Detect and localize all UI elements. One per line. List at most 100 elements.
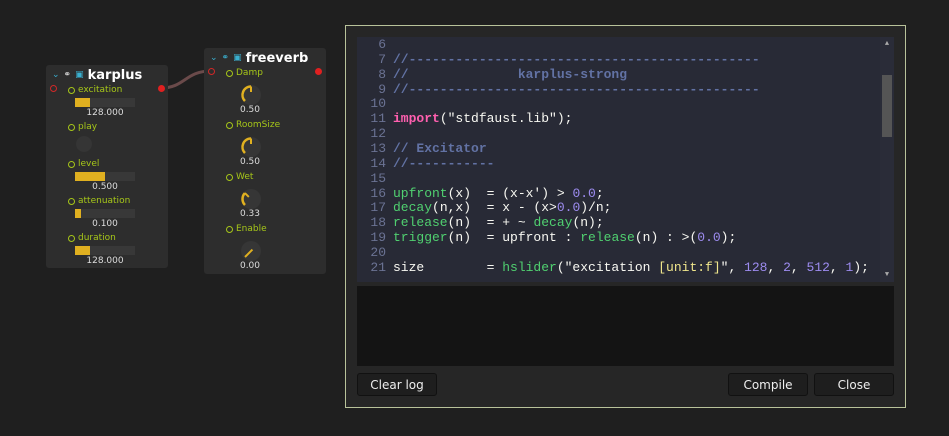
link-icon[interactable]: ⚭ [64, 70, 72, 80]
line-number: 16 [370, 185, 386, 201]
line-number: 9 [378, 81, 386, 97]
code-line: 8 // karplus-strong [357, 67, 869, 83]
param-port-icon[interactable] [226, 173, 233, 181]
code-line: 21 size = hslider("excitation [unit:f]", … [357, 259, 869, 276]
scrollbar-thumb[interactable] [882, 75, 892, 137]
code-token: ; [595, 185, 604, 201]
code-token: ("stdfaust.lib"); [439, 111, 573, 127]
editor-scrollbar[interactable]: ▲ ▼ [880, 37, 894, 282]
karplus-node[interactable]: ⌄ ⚭ ▣ karplus excitation 128.000 play level… [46, 65, 168, 268]
line-number: 20 [370, 245, 386, 261]
folder-icon[interactable]: ▣ [233, 53, 242, 63]
collapse-chevron-icon[interactable]: ⌄ [210, 53, 218, 63]
knob-value: 0.50 [239, 157, 261, 167]
code-token: (n) = + ~ [447, 215, 534, 231]
param-play: play [68, 122, 97, 152]
code-line: 14 //----------- [357, 155, 869, 172]
line-number: 15 [370, 170, 386, 186]
code-token: 512 [806, 259, 830, 275]
code-token: ("excitation [556, 259, 659, 275]
code-token: (n) : >( [634, 230, 698, 246]
freeverb-node-header[interactable]: ⌄ ⚭ ▣ freeverb [204, 48, 308, 68]
code-token: (n); [572, 215, 604, 231]
param-label-text: excitation [78, 85, 123, 95]
param-duration: duration 128.000 [68, 233, 135, 266]
code-line: 17 decay(n,x) = x - (x>0.0)/n; [357, 201, 869, 216]
param-label: play [68, 122, 97, 132]
input-port[interactable] [50, 85, 57, 92]
param-label-text: Damp [236, 68, 263, 78]
param-port-icon[interactable] [226, 121, 233, 129]
code-line: 20 [357, 245, 869, 261]
freeverb-node[interactable]: ⌄ ⚭ ▣ freeverb Damp 0.50 RoomSize 0.50 Wet 0.… [204, 48, 326, 274]
code-token: [unit:f] [658, 259, 721, 275]
clear-log-button[interactable]: Clear log [357, 373, 437, 396]
code-line: 18 release(n) = + ~ decay(n); [357, 215, 869, 231]
scroll-down-icon[interactable]: ▼ [880, 271, 894, 279]
knob-value: 0.00 [239, 261, 261, 271]
line-number: 19 [370, 230, 386, 246]
param-Wet: Wet 0.33 [226, 172, 261, 219]
output-port[interactable] [315, 68, 322, 75]
code-token: ); [720, 230, 737, 246]
slider-fill [75, 246, 90, 255]
line-number: 21 [370, 259, 386, 275]
code-token: //----------- [393, 155, 495, 171]
input-port[interactable] [208, 68, 215, 75]
param-port-icon[interactable] [68, 160, 75, 168]
param-Damp: Damp 0.50 [226, 68, 263, 115]
slider-fill [75, 98, 90, 107]
slider-value: 128.000 [86, 256, 124, 266]
slider-value: 0.100 [92, 219, 118, 229]
code-line: 15 [357, 170, 869, 187]
line-number: 10 [370, 96, 386, 112]
param-label-text: play [78, 122, 98, 132]
param-port-icon[interactable] [68, 86, 75, 94]
param-RoomSize: RoomSize 0.50 [226, 120, 280, 167]
collapse-chevron-icon[interactable]: ⌄ [52, 70, 60, 80]
code-token: )/n; [580, 200, 612, 216]
code-token: size = [393, 259, 503, 275]
code-token: (n) = upfront : [447, 230, 581, 246]
param-port-icon[interactable] [68, 123, 75, 131]
param-port-icon[interactable] [68, 234, 75, 242]
scroll-up-icon[interactable]: ▲ [880, 40, 894, 48]
line-number: 13 [370, 141, 386, 157]
duration-slider[interactable] [75, 246, 135, 255]
param-label: excitation [68, 85, 122, 95]
link-icon[interactable]: ⚭ [222, 53, 230, 63]
excitation-slider[interactable] [75, 98, 135, 107]
param-label: Wet [226, 172, 253, 182]
param-excitation: excitation 128.000 [68, 85, 135, 118]
code-token: 0.0 [697, 230, 721, 246]
slider-value: 0.500 [92, 182, 118, 192]
code-token: , [829, 259, 846, 275]
code-editor[interactable]: 6 7 //------------------------------------… [357, 37, 894, 282]
level-slider[interactable] [75, 172, 135, 181]
code-line: 7 //-------------------------------------… [357, 51, 869, 68]
play-button[interactable] [76, 136, 92, 152]
line-number: 7 [378, 51, 386, 67]
slider-value: 128.000 [86, 108, 124, 118]
code-line: 19 trigger(n) = upfront : release(n) : >(… [357, 230, 869, 246]
code-token: , [790, 259, 807, 275]
attenuation-slider[interactable] [75, 209, 135, 218]
code-token: (n,x) = x - (x> [432, 200, 557, 216]
output-port[interactable] [158, 85, 165, 92]
code-editor-dialog: 6 7 //------------------------------------… [345, 25, 906, 408]
param-attenuation: attenuation 0.100 [68, 196, 135, 229]
param-port-icon[interactable] [226, 69, 233, 77]
param-port-icon[interactable] [68, 197, 75, 205]
param-label: Damp [226, 68, 263, 78]
close-button[interactable]: Close [814, 373, 894, 396]
knob-value: 0.33 [239, 209, 261, 219]
param-port-icon[interactable] [226, 225, 233, 233]
folder-icon[interactable]: ▣ [75, 70, 84, 80]
line-number: 18 [370, 215, 386, 231]
code-token: // Excitator [393, 141, 487, 157]
code-token: release [393, 215, 448, 231]
karplus-node-header[interactable]: ⌄ ⚭ ▣ karplus [46, 65, 142, 85]
code-line: 11 import("stdfaust.lib"); [357, 111, 869, 127]
compile-button[interactable]: Compile [728, 373, 808, 396]
code-token: , [767, 259, 784, 275]
